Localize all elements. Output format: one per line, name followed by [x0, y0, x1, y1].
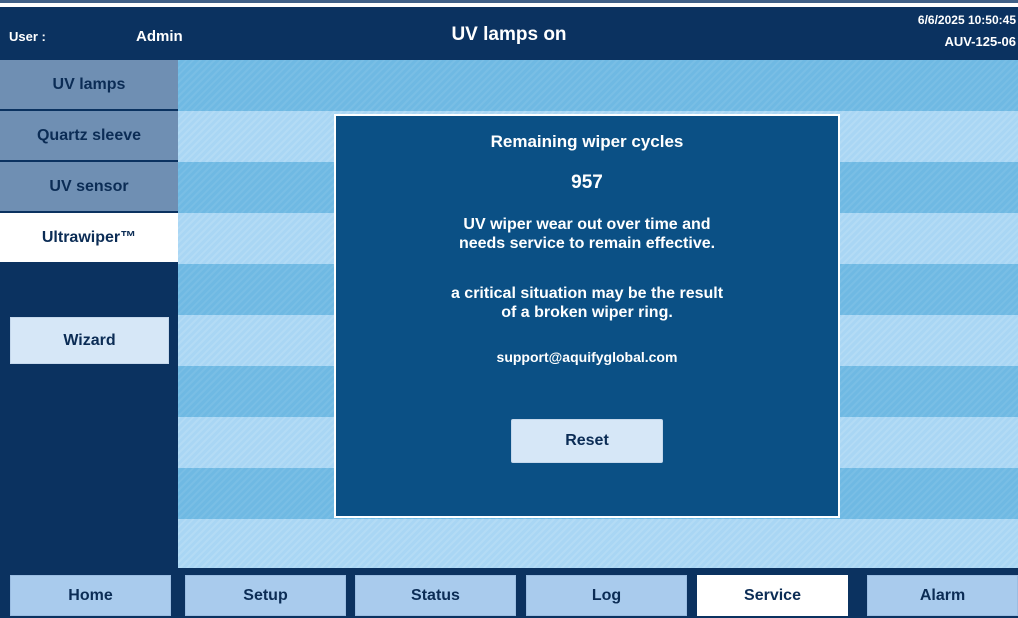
critical-message: a critical situation may be the result o…	[336, 284, 838, 322]
sidebar-item-ultrawiper[interactable]: Ultrawiper™	[0, 213, 178, 263]
critical-message-line-2: of a broken wiper ring.	[501, 304, 673, 321]
sidebar-item-quartz-sleeve[interactable]: Quartz sleeve	[0, 111, 178, 161]
nav-status-button[interactable]: Status	[355, 575, 516, 616]
wear-message-line-1: UV wiper wear out over time and	[463, 216, 711, 233]
wizard-button[interactable]: Wizard	[10, 317, 169, 364]
sidebar-item-uv-sensor[interactable]: UV sensor	[0, 162, 178, 212]
header-bar: User : Admin UV lamps on 6/6/2025 10:50:…	[0, 7, 1018, 60]
wiper-cycles-dialog: Remaining wiper cycles 957 UV wiper wear…	[334, 114, 840, 518]
remaining-cycles-count: 957	[571, 172, 603, 193]
nav-log-button[interactable]: Log	[526, 575, 687, 616]
support-email: support@aquifyglobal.com	[496, 349, 678, 365]
top-border-accent	[0, 0, 1018, 3]
stripe-row	[178, 519, 1018, 568]
wear-message-line-2: needs service to remain effective.	[458, 235, 716, 252]
page-title: UV lamps on	[451, 24, 567, 45]
nav-alarm-button[interactable]: Alarm	[867, 575, 1018, 616]
sidebar-item-uv-lamps[interactable]: UV lamps	[0, 60, 178, 110]
nav-service-button[interactable]: Service	[697, 575, 848, 616]
nav-setup-button[interactable]: Setup	[185, 575, 346, 616]
top-border	[0, 0, 1018, 7]
wear-message: UV wiper wear out over time and needs se…	[336, 215, 838, 253]
hmi-screen: User : Admin UV lamps on 6/6/2025 10:50:…	[0, 7, 1018, 618]
nav-home-button[interactable]: Home	[10, 575, 171, 616]
sidebar: UV lamps Quartz sleeve UV sensor Ultrawi…	[0, 60, 178, 568]
dialog-title: Remaining wiper cycles	[490, 132, 684, 151]
datetime-display: 6/6/2025 10:50:45	[917, 13, 1016, 27]
bottom-nav: Home Setup Status Log Service Alarm	[0, 568, 1018, 618]
critical-message-line-1: a critical situation may be the result	[450, 285, 724, 302]
reset-button[interactable]: Reset	[511, 419, 663, 463]
stripe-row	[178, 60, 1018, 111]
device-id: AUV-125-06	[944, 34, 1016, 49]
